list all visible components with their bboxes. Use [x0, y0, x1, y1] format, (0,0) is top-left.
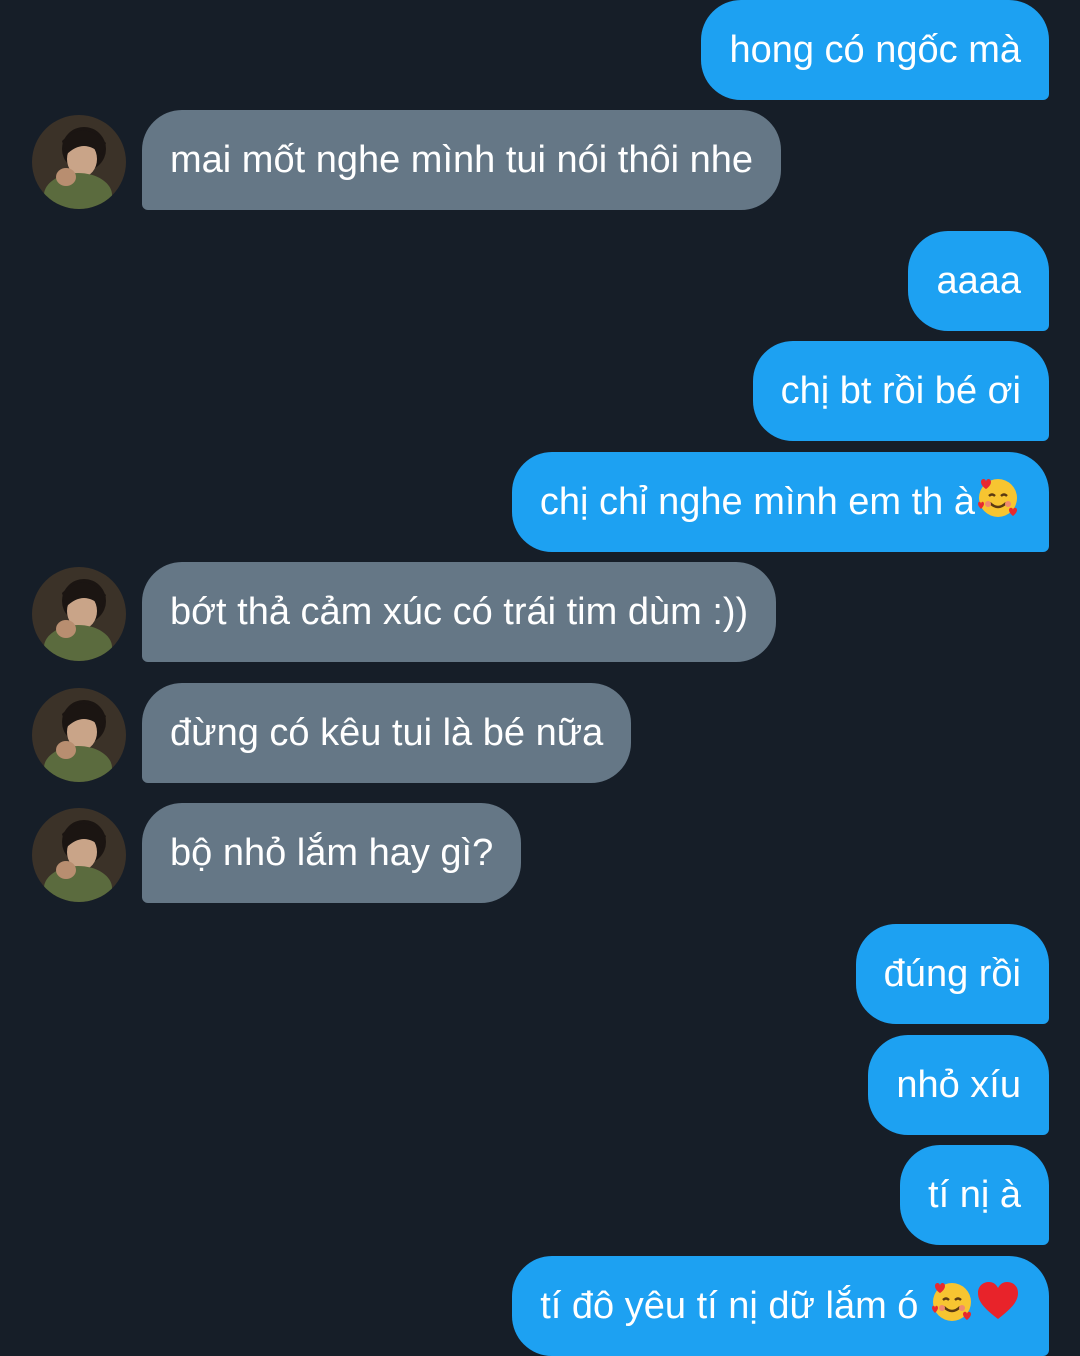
smiling-face-with-hearts-icon [975, 474, 1021, 530]
message-text: bớt thả cảm xúc có trái tim dùm :)) [170, 590, 749, 633]
sender-avatar[interactable] [32, 688, 126, 782]
incoming-message[interactable]: mai mốt nghe mình tui nói thôi nhe [142, 110, 782, 210]
message-text: nhỏ xíu [896, 1063, 1021, 1106]
smiling-face-with-hearts-icon [929, 1278, 975, 1334]
outgoing-message[interactable]: aaaa [908, 231, 1049, 331]
message-text: đúng rồi [883, 952, 1021, 995]
red-heart-icon [975, 1278, 1021, 1334]
sender-avatar[interactable] [32, 567, 126, 661]
outgoing-message[interactable]: chị bt rồi bé ơi [752, 341, 1049, 441]
message-text: mai mốt nghe mình tui nói thôi nhe [170, 138, 754, 181]
outgoing-message[interactable]: hong có ngốc mà [701, 0, 1049, 100]
outgoing-message[interactable]: nhỏ xíu [868, 1035, 1049, 1135]
sender-avatar[interactable] [32, 115, 126, 209]
sender-avatar[interactable] [32, 808, 126, 902]
message-text: bộ nhỏ lắm hay gì? [170, 831, 494, 874]
outgoing-message[interactable]: đúng rồi [855, 924, 1049, 1024]
message-text: tí đô yêu tí nị dữ lắm ó [540, 1284, 929, 1327]
message-text: aaaa [936, 259, 1021, 302]
message-text: đừng có kêu tui là bé nữa [170, 711, 604, 754]
outgoing-message[interactable]: tí nị à [900, 1145, 1049, 1245]
message-text: tí nị à [928, 1173, 1021, 1216]
outgoing-message[interactable]: chị chỉ nghe mình em th à [511, 452, 1049, 552]
incoming-message[interactable]: đừng có kêu tui là bé nữa [142, 683, 632, 783]
message-text: hong có ngốc mà [729, 28, 1021, 71]
incoming-message[interactable]: bớt thả cảm xúc có trái tim dùm :)) [142, 562, 777, 662]
conversation-view: hong có ngốc mà mai mốt nghe mình tui nó… [0, 0, 1080, 1356]
message-text: chị chỉ nghe mình em th à [539, 480, 975, 523]
incoming-message[interactable]: bộ nhỏ lắm hay gì? [142, 803, 522, 903]
message-text: chị bt rồi bé ơi [780, 369, 1021, 412]
outgoing-message[interactable]: tí đô yêu tí nị dữ lắm ó [512, 1256, 1049, 1356]
